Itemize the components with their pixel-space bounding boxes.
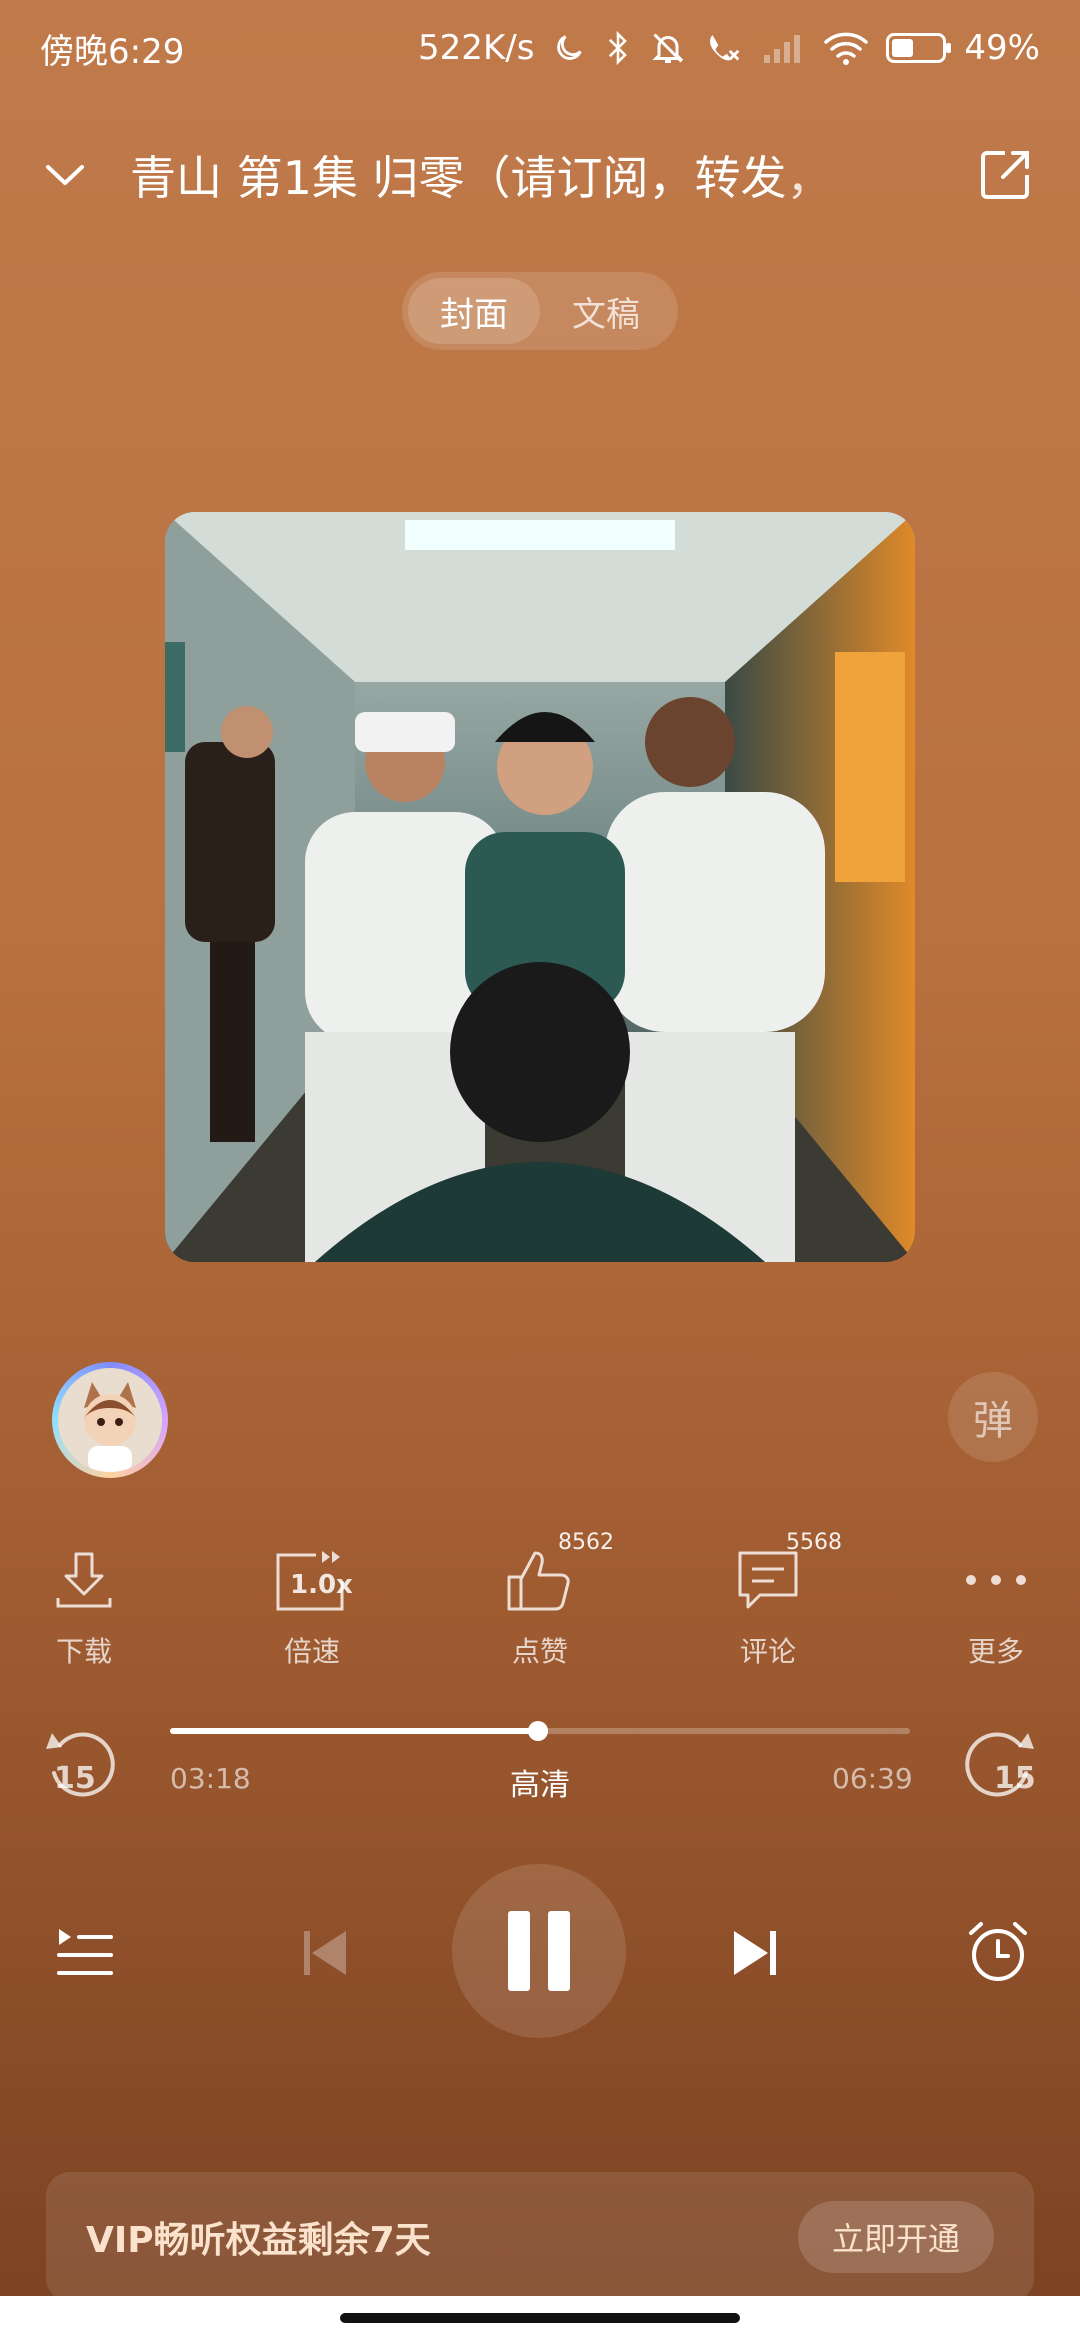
like-label: 点赞 [511,1635,568,1668]
forward-15-button[interactable]: 15 [958,1725,1038,1805]
tab-script[interactable]: 文稿 [540,278,672,344]
speed-label: 倍速 [283,1635,340,1668]
download-label: 下载 [55,1635,112,1668]
mute-bell-icon [652,33,685,63]
more-icon [966,1575,1026,1585]
download-button[interactable]: 下载 [4,1540,164,1670]
danmu-button[interactable]: 弹 [948,1372,1038,1462]
rewind-seconds: 15 [54,1761,96,1796]
total-time: 06:39 [832,1762,913,1795]
moon-icon [557,35,583,60]
playlist-icon [57,1929,113,1975]
pause-icon [508,1911,570,1991]
cover-art [165,512,915,1262]
pause-button[interactable] [452,1864,626,2038]
home-indicator[interactable] [340,2313,740,2323]
host-avatar[interactable] [52,1362,168,1478]
vip-banner[interactable]: VIP畅听权益剩余7天 立即开通 [46,2172,1034,2302]
progress-thumb[interactable] [527,1721,548,1741]
like-button[interactable]: 8562 点赞 [460,1530,620,1670]
cover-script-tabs: 封面 文稿 [402,272,678,350]
progress-bar[interactable] [170,1721,910,1741]
episode-title: 青山 第1集 归零（请订阅，转发， [130,151,833,205]
more-label: 更多 [967,1635,1024,1668]
chevron-down-icon[interactable] [40,150,90,200]
battery-percent: 49% [964,28,1040,68]
comment-label: 评论 [739,1635,796,1668]
previous-button[interactable] [290,1918,360,1988]
danmu-label: 弹 [973,1398,1013,1444]
download-icon [56,1552,112,1608]
quality-selector[interactable]: 高清 [510,1760,570,1804]
comment-icon [738,1551,798,1609]
progress-fill [170,1728,538,1734]
like-count: 8562 [558,1530,614,1555]
share-icon [981,151,1029,199]
status-bar: 傍晚6:29 522K/s 49% [0,0,1080,96]
sleep-timer-button[interactable] [960,1914,1036,1990]
status-time: 傍晚6:29 [40,31,185,72]
player-header: 青山 第1集 归零（请订阅，转发， [0,130,1080,220]
comment-button[interactable]: 5568 评论 [688,1530,848,1670]
comment-count: 5568 [786,1530,842,1555]
current-time: 03:18 [170,1762,251,1795]
speed-button[interactable]: 1.0x 倍速 [232,1540,392,1670]
previous-icon [304,1931,346,1975]
vip-open-button[interactable]: 立即开通 [798,2201,994,2273]
speed-value: 1.0x [290,1570,353,1600]
bluetooth-icon [609,30,628,66]
alarm-clock-icon [969,1922,1027,1981]
playlist-button[interactable] [50,1918,120,1988]
next-button[interactable] [720,1918,790,1988]
more-button[interactable]: 更多 [916,1540,1076,1670]
battery-icon [886,33,952,63]
next-icon [734,1931,776,1975]
share-button[interactable] [970,140,1040,210]
rewind-15-button[interactable]: 15 [42,1725,122,1805]
signal-icon [764,35,801,63]
wifi-icon [824,32,869,65]
network-speed: 522K/s [418,28,535,68]
call-forward-icon [710,35,740,61]
vip-status-text: VIP畅听权益剩余7天 [86,2220,431,2261]
forward-seconds: 15 [994,1761,1036,1796]
thumbs-up-icon [507,1551,570,1611]
tab-cover[interactable]: 封面 [408,278,540,344]
